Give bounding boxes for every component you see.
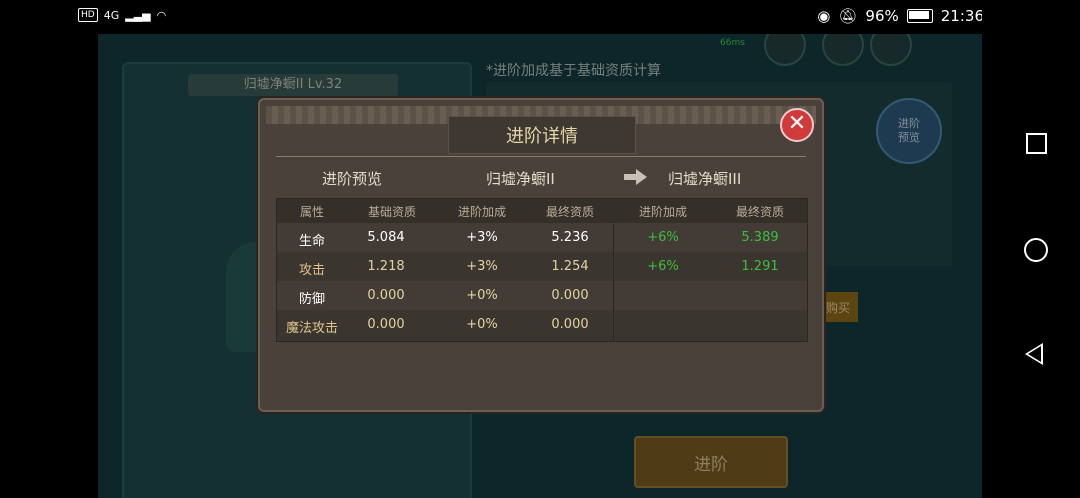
advance-details-dialog: 进阶详情 ✕ 进阶预览 归墟净蟵II 归墟净蟵III 属性 基础资质 进阶加成 … (258, 98, 824, 412)
table-row: 防御 0.000 +0% 0.000 (277, 281, 807, 310)
home-icon[interactable] (1024, 238, 1048, 262)
row-attribute: 攻击 (298, 263, 325, 278)
dialog-title: 进阶详情 (448, 116, 636, 154)
row-attribute: 魔法攻击 (285, 321, 338, 336)
status-bar: HD 4G ▂▃▅ ◠ ◉ 🔕︎ 96% 21:36 (0, 0, 1080, 34)
row-base: 5.084 (367, 230, 405, 245)
row-next-bonus: +6% (647, 259, 679, 274)
row-attribute: 生命 (298, 234, 325, 249)
status-left: HD 4G ▂▃▅ ◠ (78, 8, 166, 22)
row-final: 1.254 (551, 259, 589, 274)
current-tier-name: 归墟净蟵II (486, 170, 555, 188)
header-bonus: 进阶加成 (457, 205, 506, 219)
signal-icon: ▂▃▅ (125, 8, 151, 22)
table-row: 攻击 1.218 +3% 1.254 +6% 1.291 (277, 252, 807, 281)
row-next-bonus: +6% (647, 230, 679, 245)
row-bonus: +3% (466, 230, 498, 245)
row-base: 1.218 (367, 259, 405, 274)
row-attribute: 防御 (298, 292, 325, 307)
close-button[interactable]: ✕ (780, 108, 814, 142)
battery-percent: 96% (865, 7, 899, 25)
row-final: 0.000 (551, 288, 589, 303)
row-bonus: +3% (466, 259, 498, 274)
row-next-final: 5.389 (741, 230, 779, 245)
row-base: 0.000 (367, 288, 405, 303)
recents-icon[interactable] (1026, 133, 1047, 154)
system-nav-bar (982, 0, 1080, 498)
clock: 21:36 (940, 7, 984, 25)
mute-icon: 🔕︎ (838, 7, 858, 25)
header-base: 基础资质 (367, 205, 416, 219)
row-next-final: 1.291 (741, 259, 779, 274)
table-row: 生命 5.084 +3% 5.236 +6% 5.389 (277, 223, 807, 252)
row-base: 0.000 (367, 317, 405, 332)
row-bonus: +0% (466, 288, 498, 303)
status-right: ◉ 🔕︎ 96% 21:36 (817, 7, 984, 25)
row-final: 0.000 (551, 317, 589, 332)
header-next-final: 最终资质 (735, 205, 784, 219)
stats-table: 属性 基础资质 进阶加成 最终资质 进阶加成 最终资质 生命 5.084 +3%… (276, 198, 808, 342)
hd-badge: HD (78, 8, 98, 22)
close-icon: ✕ (787, 111, 807, 136)
arrow-right-icon (624, 169, 647, 185)
column-divider (613, 223, 614, 341)
header-final: 最终资质 (545, 205, 594, 219)
back-icon[interactable] (1025, 343, 1043, 365)
header-attribute: 属性 (299, 205, 324, 219)
table-row: 魔法攻击 0.000 +0% 0.000 (277, 310, 807, 339)
row-final: 5.236 (551, 230, 589, 245)
battery-icon (906, 9, 933, 23)
table-header: 属性 基础资质 进阶加成 最终资质 进阶加成 最终资质 (277, 199, 807, 223)
network-type: 4G (103, 8, 120, 22)
preview-label: 进阶预览 (322, 170, 383, 188)
next-tier-name: 归墟净蟵III (668, 170, 742, 188)
header-next-bonus: 进阶加成 (638, 205, 687, 219)
row-bonus: +0% (466, 317, 498, 332)
dialog-divider (276, 156, 806, 157)
comparison-header: 进阶预览 归墟净蟵II 归墟净蟵III (276, 162, 806, 192)
eye-icon: ◉ (817, 7, 831, 25)
wifi-icon: ◠ (156, 8, 167, 22)
